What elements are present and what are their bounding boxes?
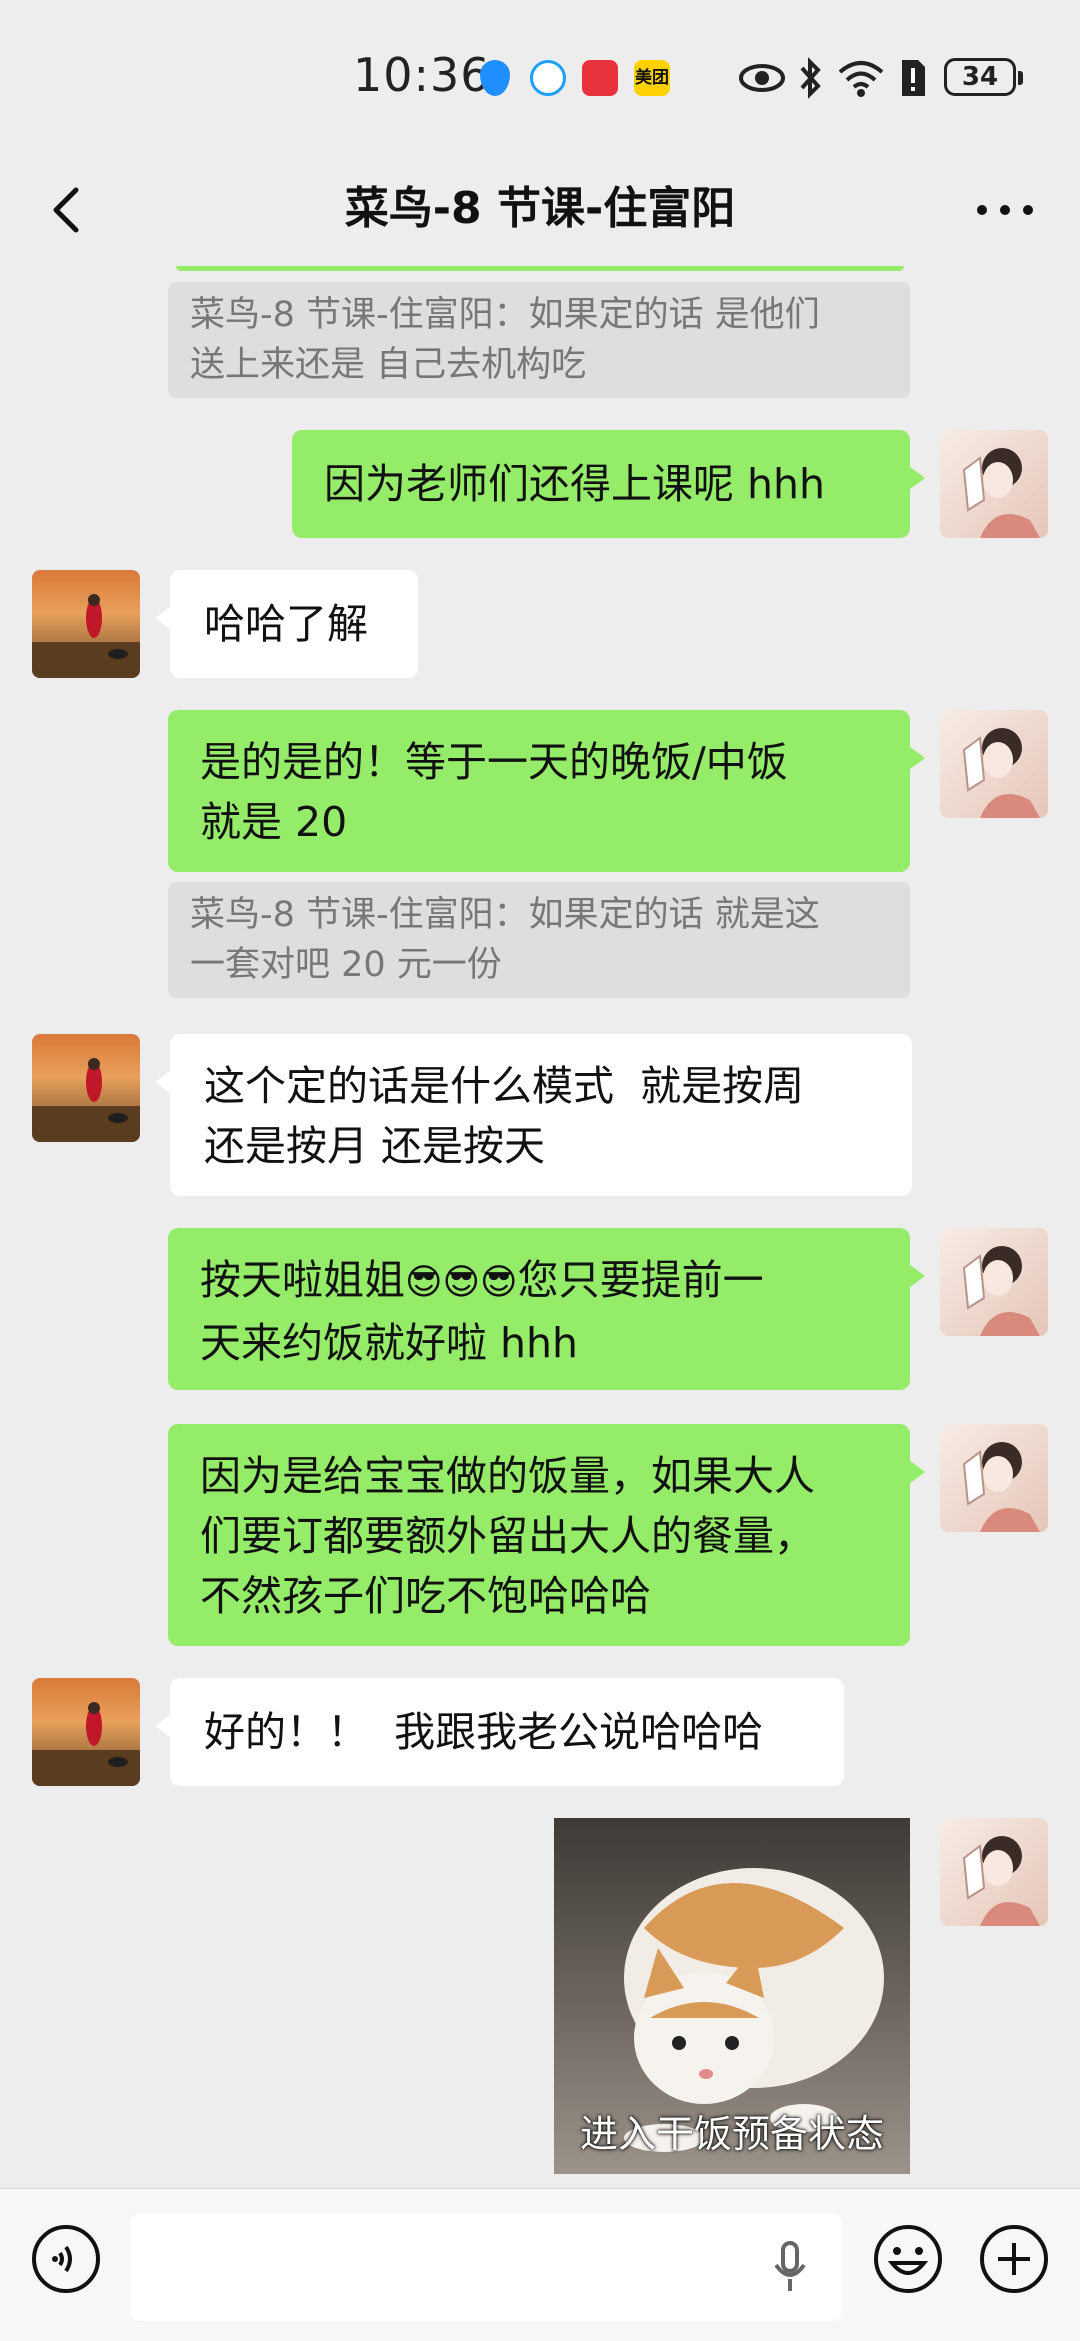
contact-avatar[interactable] [32, 570, 140, 678]
eye-icon [739, 64, 785, 92]
huawei-app-icon [582, 60, 618, 96]
my-avatar[interactable] [940, 1818, 1048, 1926]
status-time: 10:36 [353, 48, 491, 102]
my-avatar[interactable] [940, 710, 1048, 818]
microphone-icon[interactable] [770, 2241, 810, 2293]
voice-icon[interactable] [30, 2223, 102, 2295]
my-message-bubble[interactable]: 因为是给宝宝做的饭量，如果大人 们要订都要额外留出大人的餐量， 不然孩子们吃不饱… [168, 1424, 925, 1646]
my-avatar[interactable] [940, 1228, 1048, 1336]
status-bar: 10:36 美团 34 [0, 0, 1080, 150]
my-avatar[interactable] [940, 430, 1048, 538]
contact-message-bubble[interactable]: 好的！！ 我跟我老公说哈哈哈 [155, 1678, 844, 1786]
plus-icon[interactable] [978, 2223, 1050, 2295]
quote-text: 菜鸟-8 节课-住富阳：如果定的话 是他们 送上来还是 自己去机构吃 [190, 295, 820, 385]
contact-avatar[interactable] [32, 1678, 140, 1786]
message-text: 哈哈了解 [204, 600, 368, 648]
avatar-illustration [962, 1246, 1040, 1336]
bluetooth-icon [800, 57, 821, 99]
message-text: 是的是的！等于一天的晚饭/中饭 就是 20 [200, 738, 788, 846]
avatar-illustration [962, 448, 1040, 538]
sticker-image[interactable]: 进入干饭预备状态 [554, 1818, 910, 2174]
contact-message-bubble[interactable]: 这个定的话是什么模式 就是按周 还是按月 还是按天 [155, 1034, 912, 1196]
message-input[interactable] [130, 2213, 842, 2321]
avatar-illustration [32, 1058, 140, 1142]
message-text: 按天啦姐姐 [200, 1256, 405, 1304]
message-text: 好的！！ 我跟我老公说哈哈哈 [204, 1708, 764, 1756]
chat-header: 菜鸟-8 节课-住富阳 [0, 150, 1080, 270]
emoji-icon[interactable] [872, 2223, 944, 2295]
input-bar [0, 2188, 1080, 2341]
message-text: 这个定的话是什么模式 就是按周 还是按月 还是按天 [204, 1062, 805, 1170]
my-avatar[interactable] [940, 1424, 1048, 1532]
quoted-message[interactable]: 菜鸟-8 节课-住富阳：如果定的话 是他们 送上来还是 自己去机构吃 [168, 282, 910, 398]
wifi-icon [838, 61, 884, 97]
chat-title: 菜鸟-8 节课-住富阳 [344, 183, 736, 234]
sticker-caption: 进入干饭预备状态 [579, 2112, 884, 2156]
my-message-bubble[interactable]: 按天啦姐姐😎😎😎您只要提前一 天来约饭就好啦 hhh [168, 1228, 925, 1390]
avatar-illustration [962, 1836, 1040, 1926]
sunglasses-emoji: 😎😎😎 [405, 1262, 518, 1303]
shield-app-icon [480, 60, 510, 96]
battery-indicator: 34 [944, 58, 1023, 96]
message-text: 因为老师们还得上课呢 hhh [324, 460, 825, 508]
avatar-illustration [962, 728, 1040, 818]
avatar-illustration [32, 1702, 140, 1786]
message-text: 因为是给宝宝做的饭量，如果大人 们要订都要额外留出大人的餐量， 不然孩子们吃不饱… [200, 1452, 815, 1620]
my-message-bubble[interactable]: 是的是的！等于一天的晚饭/中饭 就是 20 [168, 710, 925, 872]
more-dots-icon[interactable] [970, 180, 1040, 240]
avatar-illustration [32, 594, 140, 678]
quote-text: 菜鸟-8 节课-住富阳：如果定的话 就是这 一套对吧 20 元一份 [190, 895, 820, 985]
contact-avatar[interactable] [32, 1034, 140, 1142]
my-message-bubble[interactable]: 因为老师们还得上课呢 hhh [292, 430, 925, 538]
quoted-message[interactable]: 菜鸟-8 节课-住富阳：如果定的话 就是这 一套对吧 20 元一份 [168, 882, 910, 998]
previous-bubble-edge [176, 266, 904, 271]
contact-message-bubble[interactable]: 哈哈了解 [155, 570, 418, 678]
meituan-app-icon: 美团 [634, 60, 670, 96]
avatar-illustration [962, 1442, 1040, 1532]
sim-alert-icon [902, 60, 925, 96]
chat-app-icon [530, 60, 566, 96]
